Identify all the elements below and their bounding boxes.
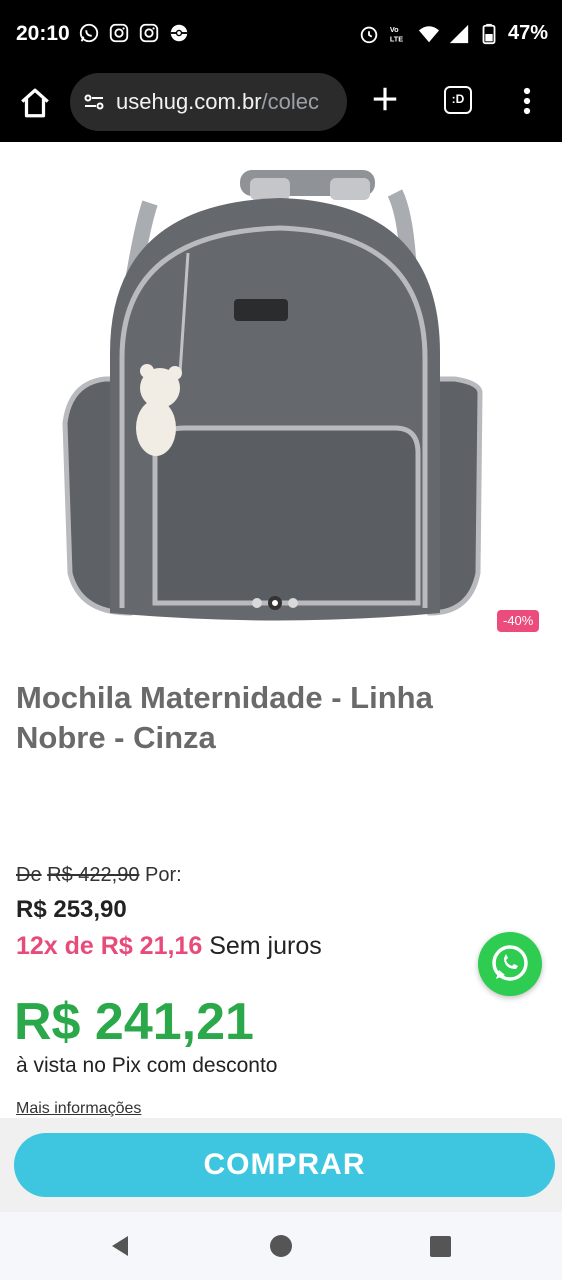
browser-toolbar: usehug.com.br/colec :D bbox=[0, 70, 562, 142]
product-title: Mochila Maternidade - Linha Nobre - Cinz… bbox=[16, 680, 433, 755]
whatsapp-icon bbox=[79, 23, 99, 43]
carousel-dots[interactable] bbox=[252, 596, 298, 610]
home-icon[interactable] bbox=[18, 86, 52, 120]
url-text[interactable]: usehug.com.br/colec bbox=[116, 89, 338, 115]
whatsapp-button[interactable] bbox=[478, 932, 542, 996]
svg-text:Vo: Vo bbox=[390, 25, 399, 34]
carousel-dot-active[interactable] bbox=[268, 596, 282, 610]
system-icons: Vo LTE 47% bbox=[358, 22, 548, 45]
tabs-icon[interactable]: :D bbox=[444, 86, 472, 114]
system-nav-bar bbox=[0, 1212, 562, 1280]
status-bar: 20:10 Vo LTE 47% bbox=[0, 0, 562, 70]
more-vert-icon[interactable] bbox=[520, 86, 534, 116]
wifi-icon bbox=[418, 25, 440, 42]
installments-value: 12x de R$ 21,16 bbox=[16, 932, 203, 960]
current-price: R$ 253,90 bbox=[16, 896, 127, 923]
whatsapp-icon bbox=[492, 945, 528, 981]
old-price: R$ 422,90 bbox=[47, 864, 140, 886]
installments-suffix: Sem juros bbox=[209, 932, 322, 960]
buy-button[interactable]: COMPRAR bbox=[14, 1133, 555, 1197]
plus-icon[interactable] bbox=[370, 84, 400, 114]
more-info-link[interactable]: Mais informações bbox=[16, 1100, 141, 1118]
battery-percent: 47% bbox=[507, 22, 548, 44]
buy-bar: COMPRAR bbox=[0, 1118, 562, 1212]
instagram-icon bbox=[139, 23, 159, 43]
old-price-row: De R$ 422,90 Por: bbox=[16, 864, 182, 887]
alarm-icon bbox=[360, 26, 378, 43]
signal-icon bbox=[449, 24, 469, 43]
carousel-dot[interactable] bbox=[252, 598, 262, 608]
address-bar[interactable]: usehug.com.br/colec bbox=[70, 73, 347, 131]
pix-note: à vista no Pix com desconto bbox=[16, 1054, 278, 1077]
discount-badge: -40% bbox=[497, 610, 540, 632]
installments: 12x de R$ 21,16 Sem juros bbox=[16, 932, 322, 961]
old-price-prefix: De bbox=[16, 864, 42, 886]
svg-text:LTE: LTE bbox=[390, 34, 403, 43]
carousel-dot[interactable] bbox=[288, 598, 298, 608]
url-path: /colec bbox=[261, 89, 320, 114]
pix-price: R$ 241,21 bbox=[14, 993, 254, 1051]
battery-icon bbox=[482, 23, 496, 44]
instagram-icon bbox=[109, 23, 129, 43]
recents-icon[interactable] bbox=[430, 1236, 451, 1257]
notification-icons bbox=[78, 22, 190, 44]
product-image[interactable] bbox=[0, 143, 562, 643]
home-circle-icon[interactable] bbox=[270, 1235, 292, 1257]
old-price-suffix: Por: bbox=[145, 864, 182, 886]
status-time: 20:10 bbox=[16, 22, 70, 45]
site-settings-icon[interactable] bbox=[82, 90, 106, 114]
back-icon[interactable] bbox=[108, 1234, 132, 1258]
volte-icon: VoLTE bbox=[390, 25, 403, 43]
pokeball-icon bbox=[170, 24, 188, 42]
url-domain: usehug.com.br bbox=[116, 89, 262, 114]
